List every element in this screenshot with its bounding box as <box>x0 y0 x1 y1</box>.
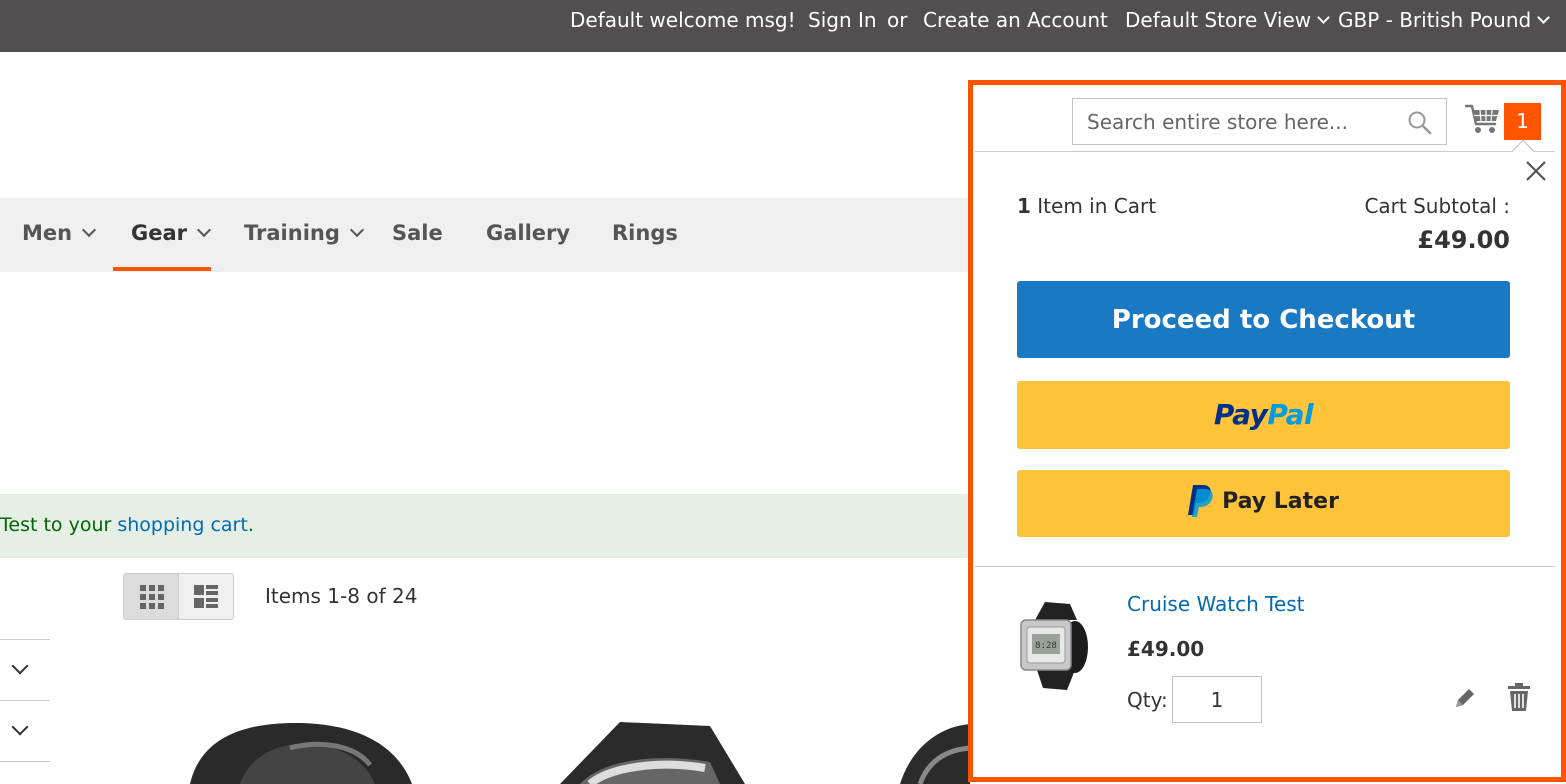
grid-icon <box>140 585 164 609</box>
create-account-link[interactable]: Create an Account <box>923 6 1108 34</box>
items-count-number: 1 <box>1017 194 1031 218</box>
product-thumbnail[interactable]: 8:28 <box>1015 600 1090 692</box>
chevron-down-icon <box>196 222 212 238</box>
paypal-mark-icon <box>1188 485 1213 517</box>
sign-in-link[interactable]: Sign In <box>808 6 877 34</box>
grid-view-button[interactable] <box>124 574 179 619</box>
filter-option-toggle[interactable] <box>0 700 50 761</box>
close-icon[interactable] <box>1522 157 1550 185</box>
paypal-logo: PayPal <box>1017 398 1510 431</box>
nav-item-gear[interactable]: Gear <box>131 198 212 272</box>
list-icon <box>194 585 218 608</box>
search-input[interactable] <box>1073 99 1403 144</box>
qty-label: Qty: <box>1127 688 1168 712</box>
edit-pencil-icon[interactable] <box>1452 685 1478 711</box>
search-icon[interactable] <box>1407 110 1433 136</box>
nav-item-label: Gallery <box>486 221 571 245</box>
product-image[interactable] <box>900 722 970 784</box>
shopping-cart-link[interactable]: shopping cart <box>117 514 247 536</box>
paypal-logo-pal: Pal <box>1267 398 1314 431</box>
chevron-down-icon <box>349 222 364 238</box>
paypal-logo-pay: Pay <box>1213 398 1268 431</box>
list-view-button[interactable] <box>179 574 234 619</box>
cart-icon[interactable] <box>1465 102 1501 136</box>
nav-item-sale[interactable]: Sale <box>392 198 443 272</box>
subtotal-value: £49.00 <box>1417 226 1510 254</box>
product-name-link[interactable]: Cruise Watch Test <box>1127 590 1305 618</box>
cart-counter-badge[interactable]: 1 <box>1504 103 1541 140</box>
nav-item-label: Sale <box>392 221 443 245</box>
pay-later-content: Pay Later <box>1017 484 1510 518</box>
main-navigation: Men Gear Training Sale Gallery Rings <box>0 198 975 272</box>
paypal-pay-later-button[interactable]: Pay Later <box>1017 470 1510 537</box>
chevron-down-icon <box>11 657 29 675</box>
nav-item-training[interactable]: Training <box>244 198 364 272</box>
store-view-label: Default Store View <box>1125 8 1312 32</box>
nav-item-men[interactable]: Men <box>22 198 97 272</box>
active-nav-indicator <box>113 267 211 271</box>
trash-icon[interactable] <box>1506 682 1532 712</box>
items-count-label: Item in Cart <box>1030 194 1157 218</box>
success-message: Test to your shopping cart. <box>0 494 975 558</box>
store-view-switcher[interactable]: Default Store View <box>1125 6 1330 34</box>
success-message-text: Test to your shopping cart. <box>0 512 254 538</box>
nav-item-rings[interactable]: Rings <box>612 198 678 272</box>
currency-switcher[interactable]: GBP - British Pound <box>1338 6 1551 34</box>
toolbar-amount: Items 1-8 of 24 <box>265 584 418 608</box>
chevron-down-icon <box>11 718 29 736</box>
message-text-before: Test to your <box>0 514 118 536</box>
nav-item-gallery[interactable]: Gallery <box>486 198 570 272</box>
view-mode-switcher <box>123 573 234 620</box>
filter-divider <box>0 761 50 784</box>
product-image[interactable] <box>180 720 420 784</box>
nav-item-label: Gear <box>131 221 188 245</box>
top-header-bar: Default welcome msg! Sign In or Create a… <box>0 0 1566 52</box>
filter-option-toggle[interactable] <box>0 639 50 700</box>
welcome-message: Default welcome msg! <box>570 8 796 32</box>
nav-item-label: Men <box>22 221 73 245</box>
qty-input[interactable] <box>1172 676 1262 723</box>
paypal-button[interactable]: PayPal <box>1017 381 1510 449</box>
or-text: or <box>887 8 908 32</box>
svg-text:8:28: 8:28 <box>1035 641 1057 651</box>
currency-label: GBP - British Pound <box>1338 8 1532 32</box>
nav-item-label: Training <box>244 221 340 245</box>
cart-items-count: 1 Item in Cart <box>1017 192 1156 220</box>
pay-later-label: Pay Later <box>1222 488 1339 514</box>
product-image[interactable] <box>560 722 750 784</box>
proceed-to-checkout-button[interactable]: Proceed to Checkout <box>1017 281 1510 358</box>
nav-item-label: Rings <box>612 221 678 245</box>
product-price: £49.00 <box>1127 637 1205 661</box>
subtotal-label: Cart Subtotal : <box>1364 194 1510 218</box>
message-text-after: . <box>247 514 254 536</box>
chevron-down-icon <box>1537 11 1551 24</box>
chevron-down-icon <box>1317 11 1330 24</box>
chevron-down-icon <box>82 222 97 238</box>
minicart-divider <box>975 566 1555 567</box>
search-form <box>1072 98 1447 145</box>
